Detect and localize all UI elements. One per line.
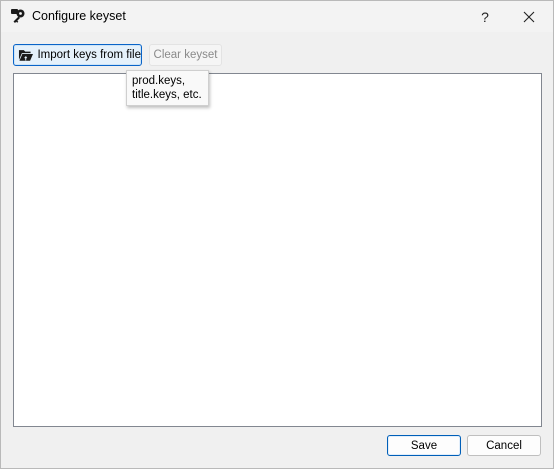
- import-keys-button[interactable]: Import keys from file: [13, 44, 142, 66]
- cancel-button[interactable]: Cancel: [467, 435, 541, 456]
- clear-keyset-button[interactable]: Clear keyset: [149, 44, 222, 66]
- save-label: Save: [410, 439, 438, 452]
- key-icon: [11, 9, 25, 23]
- cancel-label: Cancel: [486, 439, 522, 452]
- keys-list[interactable]: [13, 73, 542, 427]
- folder-open-icon: [18, 50, 33, 61]
- window-title: Configure keyset: [32, 9, 126, 23]
- tooltip-line: prod.keys,: [132, 75, 186, 87]
- save-button[interactable]: Save: [387, 435, 461, 456]
- help-button[interactable]: ?: [463, 1, 507, 32]
- close-icon: [523, 11, 535, 22]
- tooltip-line: title.keys, etc.: [132, 89, 202, 101]
- clear-keyset-label: Clear keyset: [153, 49, 218, 61]
- title-bar[interactable]: Configure keyset ?: [1, 1, 553, 32]
- import-keys-label: Import keys from file: [37, 49, 141, 61]
- help-icon: ?: [481, 8, 489, 25]
- import-tooltip: prod.keys, title.keys, etc.: [126, 70, 209, 106]
- close-button[interactable]: [507, 1, 551, 32]
- configure-keyset-dialog: Configure keyset ? Import keys from file…: [0, 0, 554, 469]
